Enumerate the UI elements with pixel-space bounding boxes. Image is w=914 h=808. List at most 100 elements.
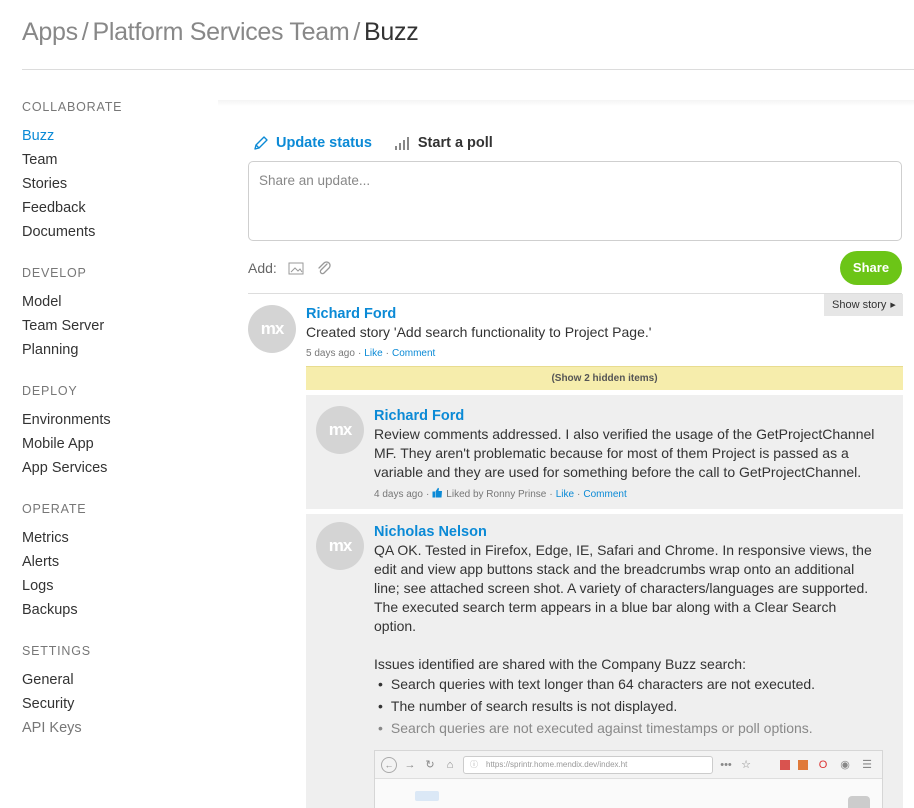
address-bar: ⓘ https://sprintr.home.mendix.dev/index.… [463, 755, 713, 774]
breadcrumb-apps[interactable]: Apps [22, 18, 78, 46]
meta-separator: · [425, 488, 430, 500]
show-story-button[interactable]: Show story ▶ [824, 294, 903, 316]
list-item: Search queries are not executed against … [374, 717, 815, 739]
share-update-input[interactable]: Share an update... [248, 161, 902, 241]
issues-intro: Issues identified are shared with the Co… [374, 656, 746, 672]
nav-section-deploy: DEPLOY Environments Mobile App App Servi… [22, 384, 202, 480]
reply-author[interactable]: Nicholas Nelson [374, 524, 487, 540]
home-icon: ⌂ [446, 758, 454, 771]
reply-meta: 4 days ago · Liked by Ronny Prinse · Lik… [374, 487, 627, 501]
reply-text-line: The executed search term appears in a bl… [374, 599, 837, 615]
post-meta: 5 days ago · Like · Comment [306, 348, 435, 359]
caret-right-icon: ▶ [890, 302, 896, 309]
paperclip-icon[interactable] [315, 259, 333, 277]
reply-text-line: MF. They aren't problematic because for … [374, 445, 849, 461]
back-icon: ← [381, 756, 397, 773]
breadcrumb: Apps / Platform Services Team / Buzz [22, 18, 419, 47]
sidebar-item-metrics[interactable]: Metrics [22, 526, 202, 550]
browser-toolbar: ← → ↻ ⌂ ⓘ https://sprintr.home.mendix.de… [375, 751, 882, 779]
sidebar-item-environments[interactable]: Environments [22, 408, 202, 432]
avatar: mx [316, 406, 364, 454]
sidebar-item-security[interactable]: Security [22, 692, 202, 716]
pencil-icon [252, 134, 270, 152]
info-icon: ⓘ [470, 759, 478, 769]
add-label: Add: [248, 260, 277, 276]
sidebar-item-planning[interactable]: Planning [22, 338, 202, 362]
record-icon: ◉ [840, 759, 850, 771]
browser-extensions: O ◉ ☰ [780, 758, 882, 771]
liked-by: Liked by Ronny Prinse [446, 488, 547, 500]
reply-text-line: variable and they are used for something… [374, 464, 862, 480]
comment-link[interactable]: Comment [583, 489, 626, 500]
sidebar-item-app-services[interactable]: App Services [22, 456, 202, 480]
sidebar-item-model[interactable]: Model [22, 290, 202, 314]
panel-shadow [218, 100, 914, 106]
meta-separator: · [385, 348, 389, 359]
scrollbar-handle[interactable] [848, 796, 870, 808]
sidebar-item-team[interactable]: Team [22, 148, 202, 172]
image-icon[interactable] [287, 260, 305, 276]
breadcrumb-separator: / [353, 18, 361, 46]
extension-icon [780, 759, 790, 770]
nav-heading: DEPLOY [22, 384, 78, 398]
address-url: https://sprintr.home.mendix.dev/index.ht [486, 759, 628, 769]
issues-list: Search queries with text longer than 64 … [374, 673, 815, 739]
breadcrumb-team[interactable]: Platform Services Team [92, 18, 349, 46]
nav-heading: COLLABORATE [22, 100, 123, 114]
reply-author[interactable]: Richard Ford [374, 408, 464, 424]
avatar: mx [248, 305, 296, 353]
meta-separator: · [357, 348, 362, 359]
post-time: 5 days ago [306, 348, 355, 359]
reply-text-line: Review comments addressed. I also verifi… [374, 426, 875, 442]
reload-icon: ↻ [425, 759, 435, 771]
list-item: Search queries with text longer than 64 … [374, 673, 815, 695]
sidebar-item-feedback[interactable]: Feedback [22, 196, 202, 220]
forward-icon: → [404, 758, 416, 771]
share-button[interactable]: Share [840, 251, 902, 285]
nav-heading: OPERATE [22, 502, 87, 516]
more-dots-icon: ••• [720, 758, 732, 771]
nav-section-operate: OPERATE Metrics Alerts Logs Backups [22, 502, 202, 622]
sidebar-item-logs[interactable]: Logs [22, 574, 202, 598]
breadcrumb-current: Buzz [364, 18, 419, 46]
reply-text-line: edit and view app buttons stack and the … [374, 561, 855, 577]
nav-section-collaborate: COLLABORATE Buzz Team Stories Feedback D… [22, 100, 202, 244]
like-link[interactable]: Like [556, 489, 574, 500]
poll-bars-icon [394, 136, 412, 150]
sidebar-item-api-keys[interactable]: API Keys [22, 716, 202, 740]
like-link[interactable]: Like [364, 348, 382, 359]
sidebar-item-general[interactable]: General [22, 668, 202, 692]
show-hidden-items-bar[interactable]: (Show 2 hidden items) [306, 366, 903, 390]
feed-divider [248, 293, 902, 294]
nav-section-develop: DEVELOP Model Team Server Planning [22, 266, 202, 362]
reply-text-line: option. [374, 618, 417, 634]
opera-icon: O [818, 758, 828, 771]
tab-start-poll[interactable]: Start a poll [394, 135, 493, 151]
reply-time: 4 days ago [374, 488, 423, 500]
avatar: mx [316, 522, 364, 570]
post-author[interactable]: Richard Ford [306, 306, 396, 322]
sidebar-item-documents[interactable]: Documents [22, 220, 202, 244]
browser-tab [415, 791, 439, 801]
attached-screenshot[interactable]: ← → ↻ ⌂ ⓘ https://sprintr.home.mendix.de… [374, 750, 883, 808]
add-attachments-row: Add: [248, 259, 333, 277]
sidebar-item-team-server[interactable]: Team Server [22, 314, 202, 338]
tab-update-status[interactable]: Update status [252, 134, 372, 152]
composer-tabs: Update status Start a poll [252, 134, 493, 152]
sidebar-item-stories[interactable]: Stories [22, 172, 202, 196]
sidebar-item-alerts[interactable]: Alerts [22, 550, 202, 574]
extension-icon [798, 759, 808, 770]
reply-text: QA OK. Tested in Firefox, Edge, IE, Safa… [374, 541, 872, 636]
header-divider [22, 69, 914, 70]
menu-icon: ☰ [862, 759, 872, 771]
nav-heading: SETTINGS [22, 644, 91, 658]
tab-update-status-label: Update status [276, 135, 372, 151]
nav-heading: DEVELOP [22, 266, 87, 280]
reply-text-line: line; see attached screen shot. A variet… [374, 580, 869, 596]
show-story-label: Show story [832, 299, 887, 311]
sidebar-item-buzz[interactable]: Buzz [22, 124, 202, 148]
sidebar-item-backups[interactable]: Backups [22, 598, 202, 622]
nav-section-settings: SETTINGS General Security API Keys [22, 644, 202, 740]
comment-link[interactable]: Comment [392, 348, 435, 359]
sidebar-item-mobile-app[interactable]: Mobile App [22, 432, 202, 456]
